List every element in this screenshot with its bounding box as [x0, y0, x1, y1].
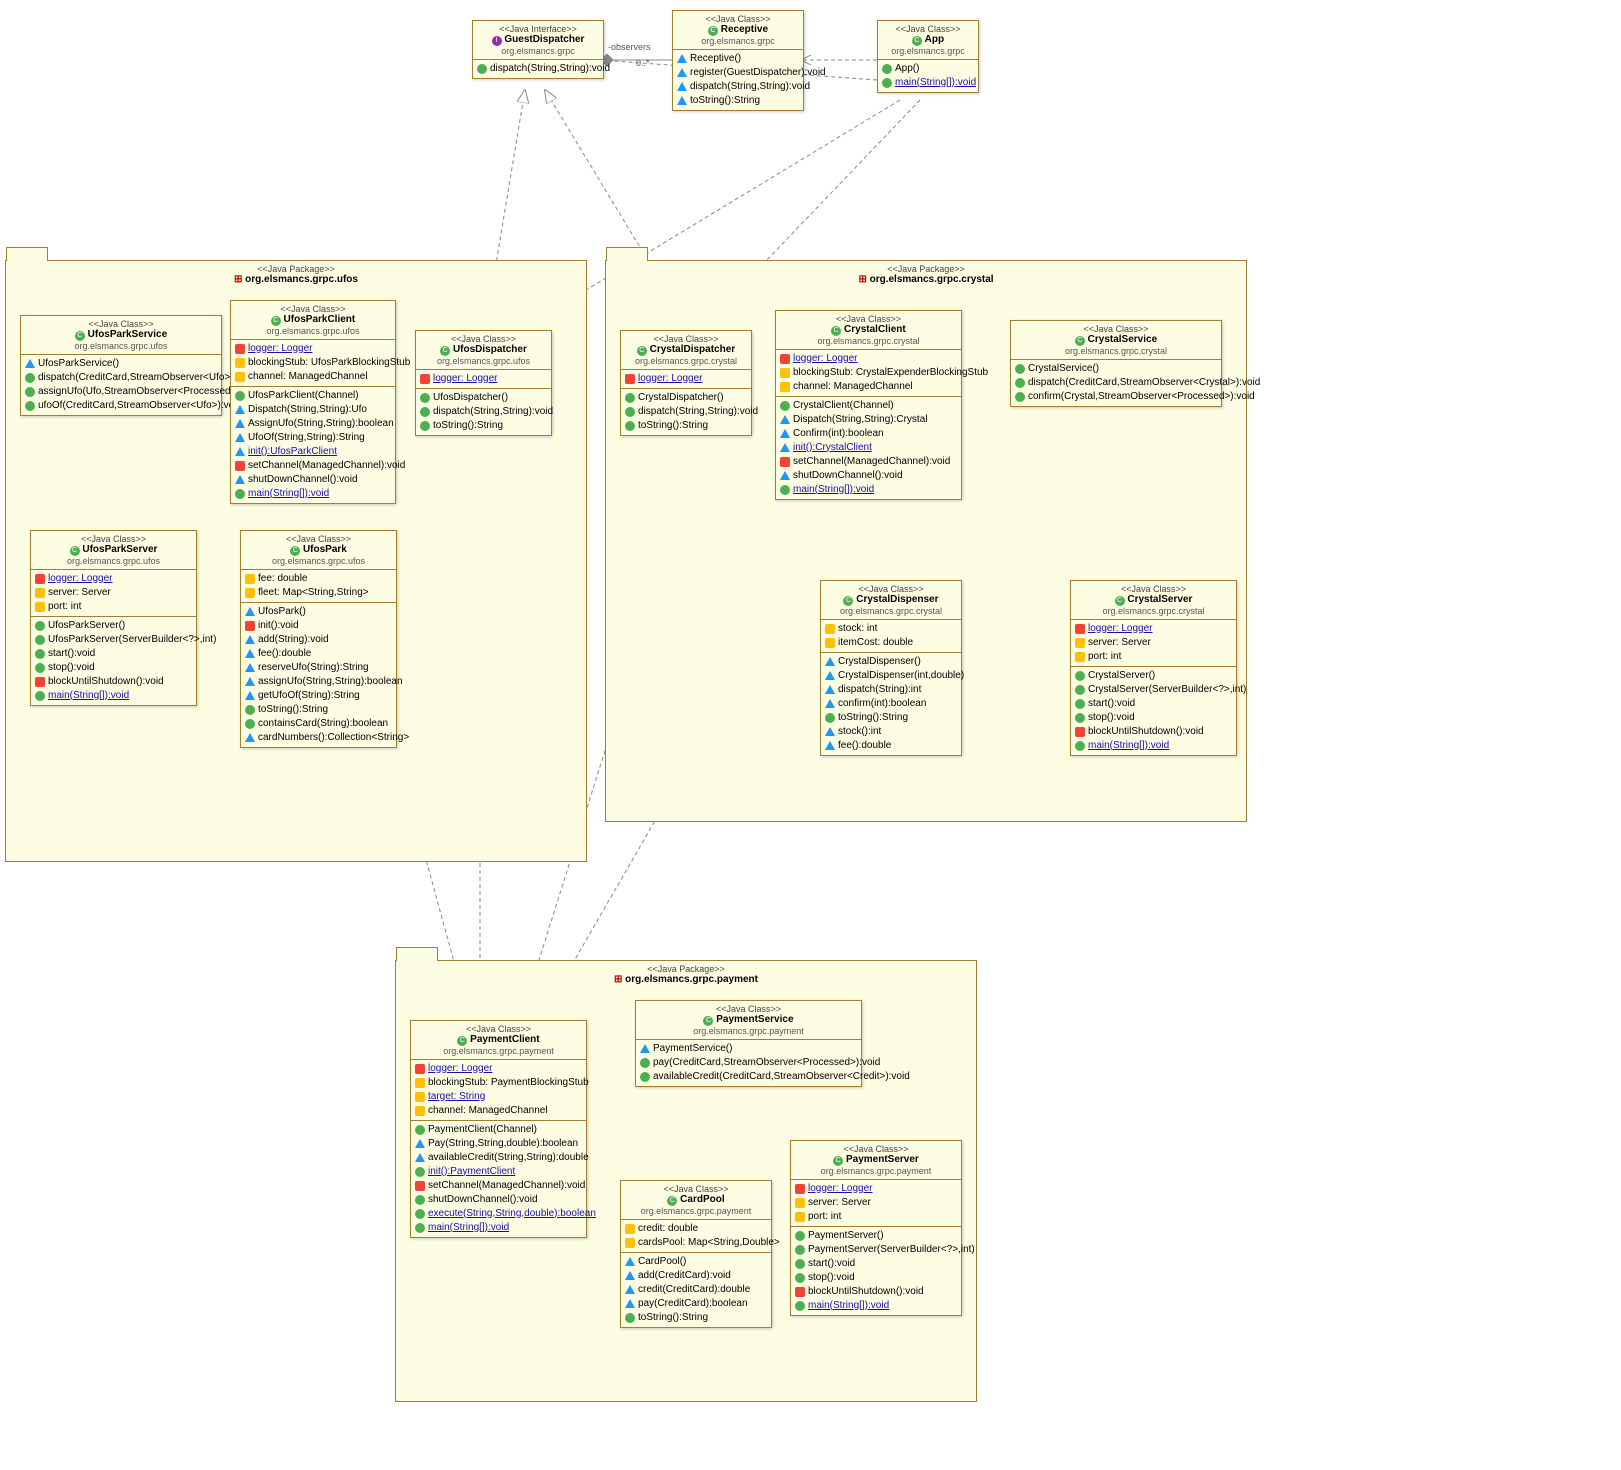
class-ufospark: <<Java Class>>C UfosParkorg.elsmancs.grp…: [240, 530, 397, 748]
class-crystalservice: <<Java Class>>C CrystalServiceorg.elsman…: [1010, 320, 1222, 407]
assoc-observers: -observers: [608, 42, 651, 52]
class-ufosparkservice: <<Java Class>>C UfosParkServiceorg.elsma…: [20, 315, 222, 416]
class-guestdispatcher: <<Java Interface>>I GuestDispatcherorg.e…: [472, 20, 604, 79]
class-ufosparkclient: <<Java Class>>C UfosParkClientorg.elsman…: [230, 300, 396, 504]
class-crystalclient: <<Java Class>>C CrystalClientorg.elsmanc…: [775, 310, 962, 500]
class-receptive: <<Java Class>>C Receptiveorg.elsmancs.gr…: [672, 10, 804, 111]
class-paymentserver: <<Java Class>>C PaymentServerorg.elsmanc…: [790, 1140, 962, 1316]
class-crystaldispenser: <<Java Class>>C CrystalDispenserorg.elsm…: [820, 580, 962, 756]
class-ufosparkserver: <<Java Class>>C UfosParkServerorg.elsman…: [30, 530, 197, 706]
class-crystalserver: <<Java Class>>C CrystalServerorg.elsmanc…: [1070, 580, 1237, 756]
class-app: <<Java Class>>C Apporg.elsmancs.grpc App…: [877, 20, 979, 93]
class-ufosdispatcher: <<Java Class>>C UfosDispatcherorg.elsman…: [415, 330, 552, 436]
class-paymentservice: <<Java Class>>C PaymentServiceorg.elsman…: [635, 1000, 862, 1087]
class-paymentclient: <<Java Class>>C PaymentClientorg.elsmanc…: [410, 1020, 587, 1238]
mult-observers: 0..*: [636, 58, 650, 68]
class-crystaldispatcher: <<Java Class>>C CrystalDispatcherorg.els…: [620, 330, 752, 436]
class-cardpool: <<Java Class>>C CardPoolorg.elsmancs.grp…: [620, 1180, 772, 1328]
